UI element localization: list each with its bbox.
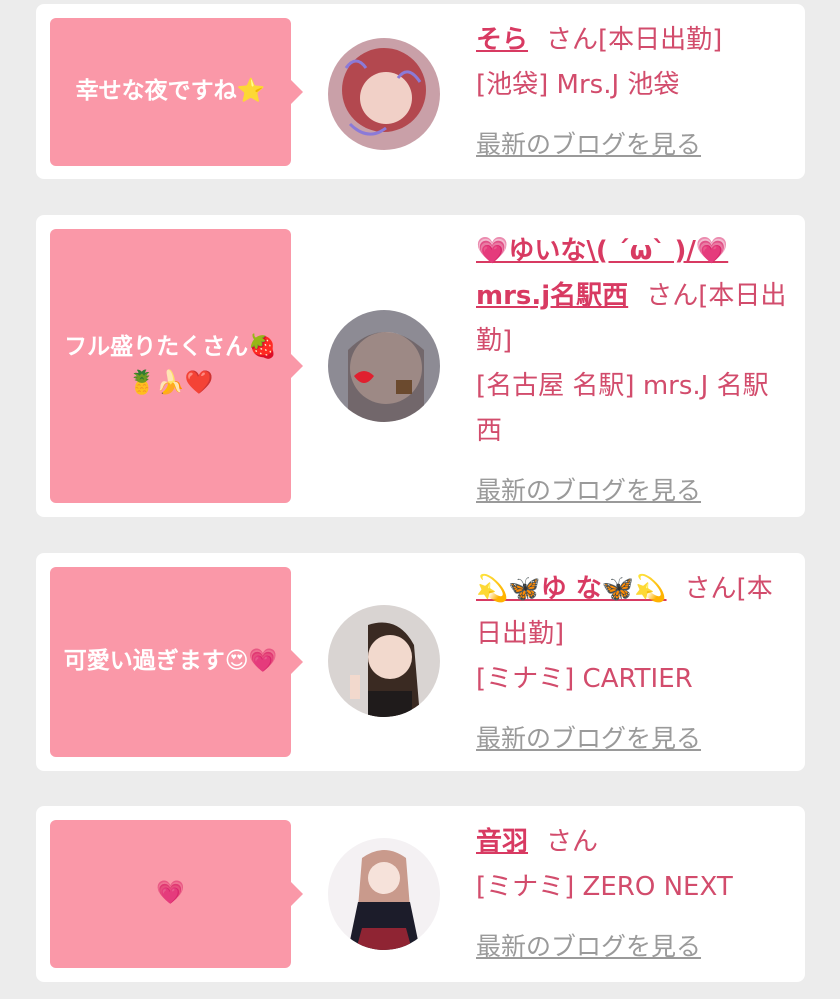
latest-blog-link[interactable]: 最新のブログを見る [476, 924, 701, 969]
message-bubble: 💗 [50, 820, 303, 968]
latest-blog-link[interactable]: 最新のブログを見る [476, 716, 701, 761]
post-info: 💫🦋ゆ な🦋💫 さん[本日出勤] [ミナミ] CARTIER 最新のブログを見る [476, 567, 794, 762]
avatar[interactable] [328, 310, 440, 422]
message-bubble: 可愛い過ぎます😍💗 [50, 567, 303, 757]
girl-name-link[interactable]: 💫🦋ゆ な🦋💫 [476, 574, 667, 604]
post-card: 可愛い過ぎます😍💗 💫🦋ゆ な🦋💫 さん[本日出勤] [ミナミ] CARTIER … [36, 553, 805, 771]
post-card: 幸せな夜ですね⭐ そら さん[本日出勤] [池袋] Mrs.J 池袋 最新のブログ… [36, 4, 805, 179]
avatar-photo [328, 38, 440, 150]
post-info: 💗ゆいな\( ´ω` )/💗mrs.j名駅西 さん[本日出勤] [名古屋 名駅] … [476, 229, 794, 514]
latest-blog-link[interactable]: 最新のブログを見る [476, 122, 701, 167]
avatar[interactable] [328, 838, 440, 950]
message-text: フル盛りたくさん🍓🍍🍌❤️ [64, 334, 277, 396]
message-bubble: 幸せな夜ですね⭐ [50, 18, 303, 166]
message-text: 幸せな夜ですね⭐ [75, 78, 266, 105]
avatar[interactable] [328, 38, 440, 150]
message-bubble: フル盛りたくさん🍓🍍🍌❤️ [50, 229, 303, 503]
message-text: 可愛い過ぎます😍💗 [63, 648, 278, 675]
shop-location: [ミナミ] CARTIER [476, 664, 693, 694]
girl-name-link[interactable]: 音羽 [476, 827, 528, 857]
avatar-photo [328, 310, 440, 422]
shop-location: [名古屋 名駅] mrs.J 名駅西 [476, 371, 769, 446]
shop-location: [ミナミ] ZERO NEXT [476, 872, 733, 902]
girl-name-link[interactable]: そら [476, 25, 528, 55]
message-text: 💗 [156, 880, 185, 907]
status-text: さん[本日出勤] [546, 25, 723, 55]
post-info: 音羽 さん [ミナミ] ZERO NEXT 最新のブログを見る [476, 820, 794, 970]
post-card: 💗 音羽 さん [ミナミ] ZERO NEXT 最新のブログを見る [36, 806, 805, 982]
latest-blog-link[interactable]: 最新のブログを見る [476, 468, 701, 513]
avatar-photo [328, 838, 440, 950]
post-card: フル盛りたくさん🍓🍍🍌❤️ 💗ゆいな\( ´ω` )/💗mrs.j名駅西 さん[本… [36, 215, 805, 517]
avatar[interactable] [328, 605, 440, 717]
status-text: さん [546, 827, 599, 857]
shop-location: [池袋] Mrs.J 池袋 [476, 70, 680, 100]
avatar-photo [328, 605, 440, 717]
post-info: そら さん[本日出勤] [池袋] Mrs.J 池袋 最新のブログを見る [476, 18, 794, 168]
